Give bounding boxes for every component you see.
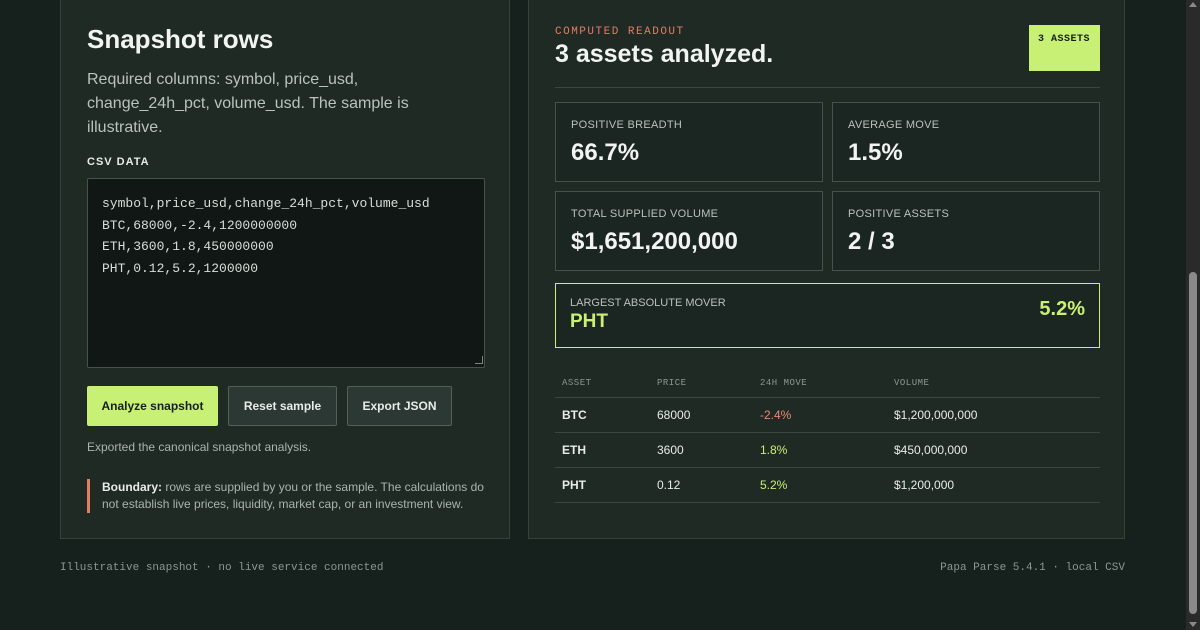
reset-button[interactable]: Reset sample xyxy=(228,386,337,426)
metric-value: 2 / 3 xyxy=(848,228,895,255)
metric-value: 66.7% xyxy=(571,139,640,166)
table-row: PHT 0.12 5.2% $1,200,000 xyxy=(555,467,1100,503)
resize-handle-icon[interactable] xyxy=(475,356,483,364)
mover-symbol: PHT xyxy=(570,311,608,332)
metric-value: $1,651,200,000 xyxy=(571,228,738,255)
col-move: 24H MOVE xyxy=(753,370,887,398)
csv-textarea[interactable]: symbol,price_usd,change_24h_pct,volume_u… xyxy=(87,178,485,368)
cell-price: 3600 xyxy=(650,432,753,468)
cell-volume: $1,200,000,000 xyxy=(887,397,1100,433)
col-asset: ASSET xyxy=(555,370,650,398)
metric-card-positive-breadth: POSITIVE BREADTH 66.7% xyxy=(555,102,823,182)
metric-card-total-volume: TOTAL SUPPLIED VOLUME $1,651,200,000 xyxy=(555,191,823,271)
cell-price: 0.12 xyxy=(650,467,753,503)
scroll-down-icon[interactable] xyxy=(1189,622,1197,627)
status-message: Exported the canonical snapshot analysis… xyxy=(87,440,312,454)
csv-label: CSV DATA xyxy=(87,156,150,168)
readout-panel: COMPUTED READOUT 3 assets analyzed. 3 AS… xyxy=(528,0,1125,539)
col-price: PRICE xyxy=(650,370,753,398)
export-json-button[interactable]: Export JSON xyxy=(347,386,452,426)
scrollbar-thumb[interactable] xyxy=(1189,272,1197,614)
cell-move: 5.2% xyxy=(753,467,887,503)
cell-price: 68000 xyxy=(650,397,753,433)
table-row: ETH 3600 1.8% $450,000,000 xyxy=(555,432,1100,468)
page-scrollbar[interactable] xyxy=(1186,0,1200,630)
cell-volume: $1,200,000 xyxy=(887,467,1100,503)
metric-label: TOTAL SUPPLIED VOLUME xyxy=(571,208,719,220)
cell-asset: BTC xyxy=(555,397,650,433)
asset-count-badge: 3 ASSETS xyxy=(1029,25,1100,71)
readout-headline: 3 assets analyzed. xyxy=(555,40,774,68)
metric-card-positive-assets: POSITIVE ASSETS 2 / 3 xyxy=(832,191,1100,271)
cell-volume: $450,000,000 xyxy=(887,432,1100,468)
input-panel: Snapshot rows Required columns: symbol, … xyxy=(60,0,510,539)
footer-note: Illustrative snapshot · no live service … xyxy=(60,562,384,574)
asset-table: ASSET PRICE 24H MOVE VOLUME BTC 68000 -2… xyxy=(555,370,1100,503)
divider xyxy=(555,87,1100,88)
readout-eyebrow: COMPUTED READOUT xyxy=(555,26,685,38)
footer-version: Papa Parse 5.4.1 · local CSV xyxy=(940,562,1125,574)
cell-asset: PHT xyxy=(555,467,650,503)
metric-value: 1.5% xyxy=(848,139,903,166)
metric-label: AVERAGE MOVE xyxy=(848,119,940,131)
metric-label: POSITIVE ASSETS xyxy=(848,208,950,220)
mover-value: 5.2% xyxy=(1039,298,1085,320)
table-row: BTC 68000 -2.4% $1,200,000,000 xyxy=(555,397,1100,433)
metric-label: POSITIVE BREADTH xyxy=(571,119,683,131)
panel-title: Snapshot rows xyxy=(87,24,274,54)
table-header-row: ASSET PRICE 24H MOVE VOLUME xyxy=(555,370,1100,398)
cell-move: 1.8% xyxy=(753,432,887,468)
metric-card-average-move: AVERAGE MOVE 1.5% xyxy=(832,102,1100,182)
mover-label: LARGEST ABSOLUTE MOVER xyxy=(570,297,726,309)
boundary-title: Boundary: xyxy=(102,480,162,494)
cell-asset: ETH xyxy=(555,432,650,468)
largest-mover-card: LARGEST ABSOLUTE MOVER PHT 5.2% xyxy=(555,283,1100,348)
panel-description: Required columns: symbol, price_usd, cha… xyxy=(87,71,409,136)
analyze-button[interactable]: Analyze snapshot xyxy=(87,386,218,426)
scroll-up-icon[interactable] xyxy=(1189,2,1197,7)
boundary-note: Boundary: rows are supplied by you or th… xyxy=(87,479,487,513)
cell-move: -2.4% xyxy=(753,397,887,433)
col-volume: VOLUME xyxy=(887,370,1100,398)
